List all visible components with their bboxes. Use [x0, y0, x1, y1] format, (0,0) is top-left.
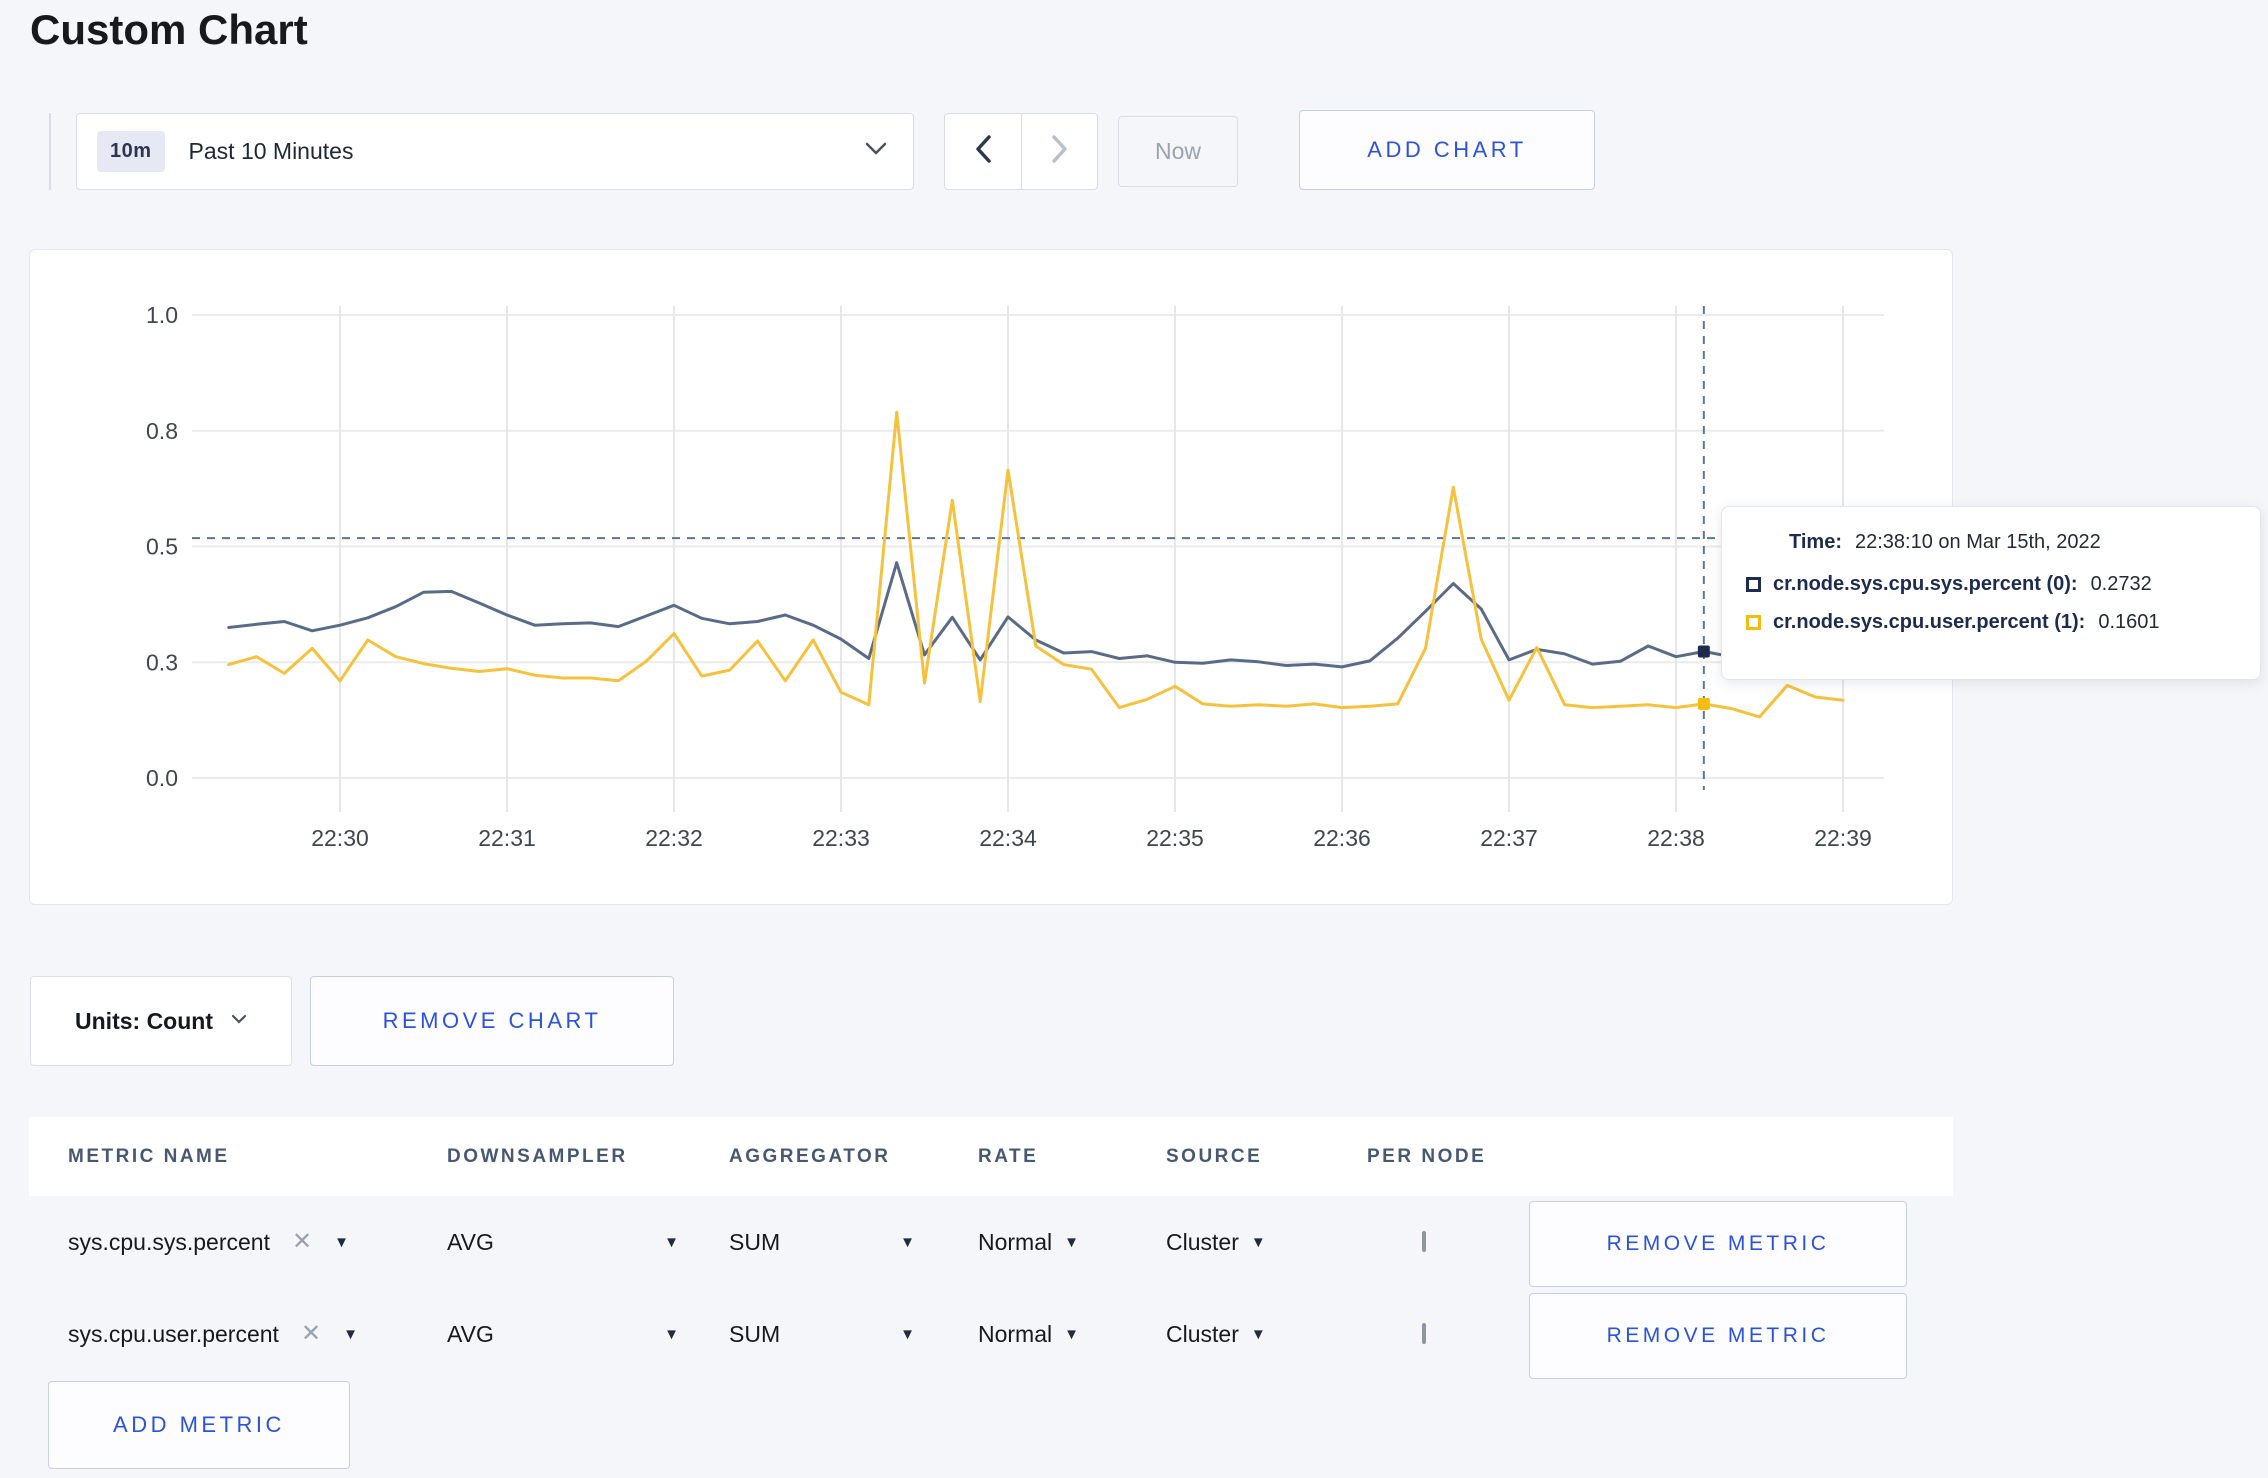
remove-metric-button[interactable]: REMOVE METRIC [1529, 1200, 1907, 1287]
rate-select[interactable]: Normal ▼ [978, 1321, 1166, 1348]
remove-metric-button[interactable]: REMOVE METRIC [1529, 1292, 1907, 1379]
chevron-left-icon [974, 134, 992, 169]
svg-text:22:36: 22:36 [1313, 825, 1371, 851]
col-header-metric-name: METRIC NAME [68, 1145, 230, 1167]
chevron-down-icon [865, 142, 887, 161]
svg-text:22:32: 22:32 [645, 825, 703, 851]
time-nav-arrows [944, 113, 1098, 190]
custom-chart-page: Custom Chart 10m Past 10 Minutes Now ADD… [0, 0, 2268, 1478]
caret-down-icon: ▼ [900, 1325, 915, 1343]
svg-text:22:37: 22:37 [1480, 825, 1538, 851]
metrics-table-header: METRIC NAME DOWNSAMPLER AGGREGATOR RATE … [29, 1117, 1953, 1196]
col-header-per-node: PER NODE [1367, 1145, 1487, 1167]
caret-down-icon: ▼ [1064, 1233, 1079, 1251]
downsampler-select[interactable]: AVG ▼ [447, 1229, 679, 1256]
series-user-swatch-icon [1746, 615, 1761, 630]
chevron-down-icon [231, 1012, 247, 1030]
tooltip-series-label: cr.node.sys.cpu.user.percent (1): [1773, 611, 2086, 633]
prev-range-button[interactable] [944, 113, 1021, 190]
svg-text:22:38: 22:38 [1647, 825, 1705, 851]
svg-text:22:30: 22:30 [311, 825, 369, 851]
caret-down-icon: ▼ [900, 1233, 915, 1251]
time-range-dropdown[interactable]: 10m Past 10 Minutes [76, 113, 914, 190]
svg-text:0.5: 0.5 [146, 534, 178, 560]
tooltip-time-value: 22:38:10 on Mar 15th, 2022 [1854, 531, 2101, 553]
col-header-rate: RATE [978, 1145, 1039, 1167]
page-title: Custom Chart [30, 6, 308, 53]
col-header-downsampler: DOWNSAMPLER [447, 1145, 628, 1167]
time-range-label: Past 10 Minutes [188, 138, 354, 164]
next-range-button[interactable] [1021, 113, 1098, 190]
tooltip-series-label: cr.node.sys.cpu.sys.percent (0): [1773, 573, 2078, 595]
svg-text:22:34: 22:34 [979, 825, 1037, 851]
rate-select[interactable]: Normal ▼ [978, 1229, 1166, 1256]
aggregator-select[interactable]: SUM ▼ [729, 1321, 915, 1348]
series-sys-swatch-icon [1746, 577, 1761, 592]
caret-down-icon: ▼ [1250, 1233, 1266, 1251]
caret-down-icon: ▼ [664, 1325, 679, 1343]
remove-chart-button[interactable]: REMOVE CHART [310, 976, 674, 1066]
svg-text:22:33: 22:33 [812, 825, 870, 851]
now-button[interactable]: Now [1118, 116, 1238, 187]
chart-tooltip: Time: 22:38:10 on Mar 15th, 2022 cr.node… [1721, 506, 2261, 680]
per-node-checkbox[interactable] [1422, 1323, 1426, 1344]
svg-text:22:31: 22:31 [478, 825, 536, 851]
col-header-aggregator: AGGREGATOR [729, 1145, 891, 1167]
col-header-source: SOURCE [1166, 1145, 1263, 1167]
units-dropdown[interactable]: Units: Count [30, 976, 292, 1066]
chevron-right-icon [1051, 134, 1069, 169]
metric-name-select[interactable]: sys.cpu.user.percent ✕ ▼ [68, 1321, 447, 1348]
add-metric-button[interactable]: ADD METRIC [48, 1381, 350, 1469]
chart-panel: 0.0 0.3 0.5 0.8 1.0 22:30 22:31 22:32 22:33 22:34… [29, 249, 1953, 905]
caret-down-icon: ▼ [1250, 1325, 1266, 1343]
tooltip-time-label: Time: [1789, 531, 1842, 553]
tooltip-series-value: 0.2732 [2090, 573, 2152, 595]
aggregator-select[interactable]: SUM ▼ [729, 1229, 915, 1256]
svg-text:0.3: 0.3 [146, 649, 178, 675]
table-row: sys.cpu.sys.percent ✕ ▼ AVG ▼ SUM ▼ Norm… [29, 1196, 1953, 1288]
svg-text:1.0: 1.0 [146, 302, 178, 328]
timeseries-chart[interactable]: 0.0 0.3 0.5 0.8 1.0 22:30 22:31 22:32 22:33 22:34… [30, 250, 1952, 904]
source-select[interactable]: Cluster ▼ [1166, 1229, 1367, 1256]
caret-down-icon: ▼ [343, 1325, 358, 1343]
toolbar-divider [49, 113, 51, 190]
table-row: sys.cpu.user.percent ✕ ▼ AVG ▼ SUM ▼ Nor… [29, 1288, 1953, 1380]
svg-text:0.8: 0.8 [146, 418, 178, 444]
clear-metric-icon[interactable]: ✕ [301, 1322, 321, 1346]
svg-text:22:35: 22:35 [1146, 825, 1204, 851]
add-chart-button[interactable]: ADD CHART [1299, 110, 1595, 190]
caret-down-icon: ▼ [334, 1233, 349, 1251]
downsampler-select[interactable]: AVG ▼ [447, 1321, 679, 1348]
svg-text:0.0: 0.0 [146, 765, 178, 791]
metric-name-select[interactable]: sys.cpu.sys.percent ✕ ▼ [68, 1229, 447, 1256]
svg-text:22:39: 22:39 [1814, 825, 1872, 851]
per-node-checkbox[interactable] [1422, 1231, 1426, 1252]
time-range-badge: 10m [97, 131, 165, 172]
caret-down-icon: ▼ [664, 1233, 679, 1251]
clear-metric-icon[interactable]: ✕ [292, 1230, 312, 1254]
tooltip-series-value: 0.1601 [2098, 611, 2160, 633]
caret-down-icon: ▼ [1064, 1325, 1079, 1343]
source-select[interactable]: Cluster ▼ [1166, 1321, 1367, 1348]
